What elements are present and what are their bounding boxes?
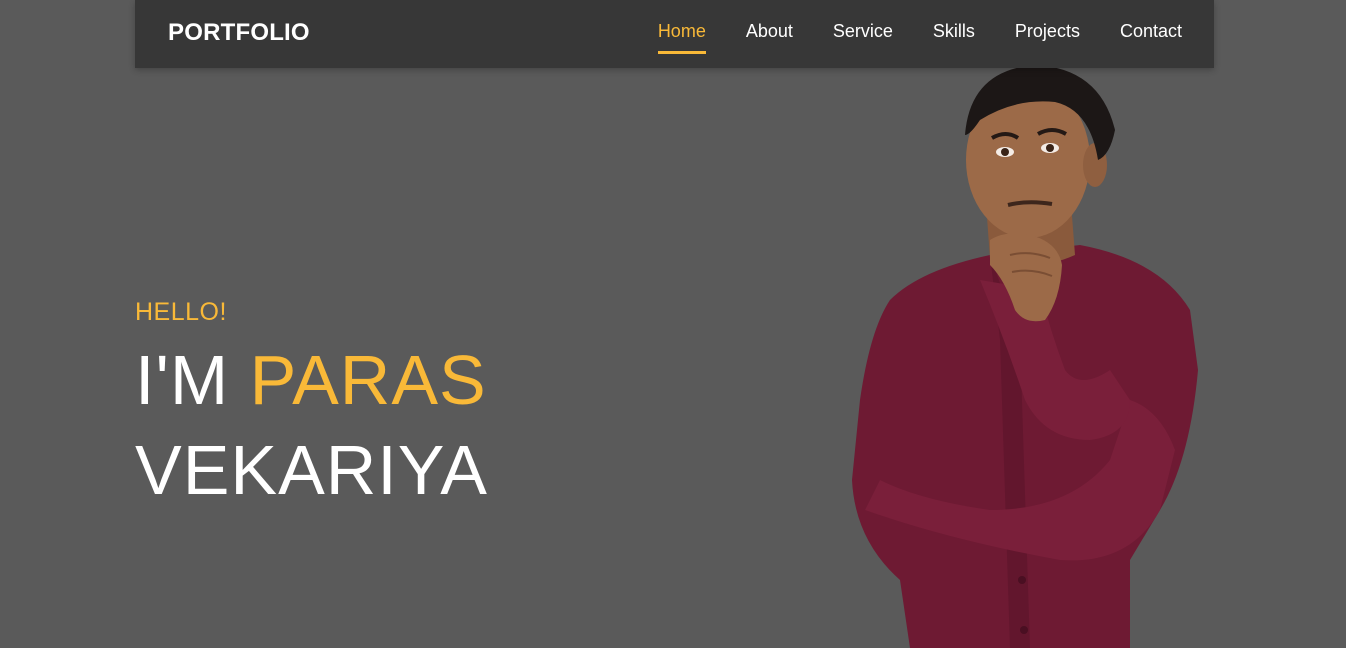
nav-projects[interactable]: Projects <box>1015 21 1080 50</box>
profile-portrait <box>852 65 1198 648</box>
hero-headline: I'M PARAS VEKARIYA <box>135 335 488 515</box>
nav-about[interactable]: About <box>746 21 793 50</box>
nav-home[interactable]: Home <box>657 21 706 54</box>
shirt-button <box>1018 576 1026 584</box>
hero-greeting: HELLO! <box>135 298 227 326</box>
nav-menu: Home About Service Skills Projects Conta… <box>657 21 1182 54</box>
headline-first-name: PARAS <box>249 341 487 419</box>
top-navbar: PORTFOLIO Home About Service Skills Proj… <box>135 0 1214 68</box>
hero-intro: HELLO! I'M PARAS VEKARIYA <box>135 298 488 515</box>
headline-prefix: I'M <box>135 341 230 419</box>
nav-contact[interactable]: Contact <box>1120 21 1182 50</box>
nav-skills[interactable]: Skills <box>933 21 975 50</box>
headline-last-name: VEKARIYA <box>135 431 488 509</box>
brand-logo[interactable]: PORTFOLIO <box>168 19 310 47</box>
shirt-button <box>1020 626 1028 634</box>
portfolio-page: PORTFOLIO Home About Service Skills Proj… <box>0 0 1346 648</box>
nav-service[interactable]: Service <box>833 21 893 50</box>
